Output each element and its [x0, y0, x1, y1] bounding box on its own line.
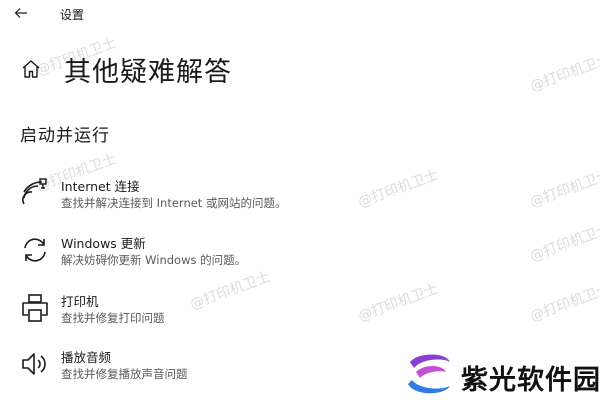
window-title: 设置: [60, 8, 85, 22]
item-name: 打印机: [61, 294, 99, 309]
section-title: 启动并运行: [20, 126, 110, 146]
item-description: 解决妨碍你更新 Windows 的问题。: [61, 253, 247, 267]
page-title: 其他疑难解答: [64, 57, 232, 88]
watermark: @打印机卫士: [528, 167, 600, 211]
item-name: Windows 更新: [61, 236, 146, 251]
page-header: 其他疑难解答: [0, 46, 600, 90]
logo-text: 紫光软件园: [461, 365, 600, 396]
item-description: 查找并修复播放声音问题: [61, 367, 188, 381]
wifi-icon: [22, 178, 47, 205]
item-name: Internet 连接: [61, 179, 140, 194]
troubleshooter-windows-update[interactable]: Windows 更新 解决妨碍你更新 Windows 的问题。: [16, 233, 416, 277]
printer-icon: [22, 294, 48, 322]
troubleshooter-internet[interactable]: Internet 连接 查找并解决连接到 Internet 或网站的问题。: [16, 176, 416, 220]
site-logo: 紫光软件园: [404, 350, 600, 400]
item-description: 查找并修复打印问题: [61, 311, 165, 325]
item-name: 播放音频: [61, 350, 112, 365]
title-bar: 设置: [0, 0, 600, 28]
speaker-icon: [22, 353, 46, 375]
troubleshooter-audio[interactable]: 播放音频 查找并修复播放声音问题: [16, 347, 416, 391]
home-icon[interactable]: [20, 58, 42, 80]
watermark: @打印机卫士: [528, 221, 600, 265]
item-description: 查找并解决连接到 Internet 或网站的问题。: [61, 196, 287, 210]
back-button[interactable]: [8, 3, 34, 23]
logo-swirl-icon: [408, 354, 450, 394]
refresh-icon: [24, 238, 46, 262]
back-arrow-icon: [14, 8, 27, 18]
watermark: @打印机卫士: [528, 281, 600, 325]
troubleshooter-printer[interactable]: 打印机 查找并修复打印问题: [16, 291, 416, 335]
